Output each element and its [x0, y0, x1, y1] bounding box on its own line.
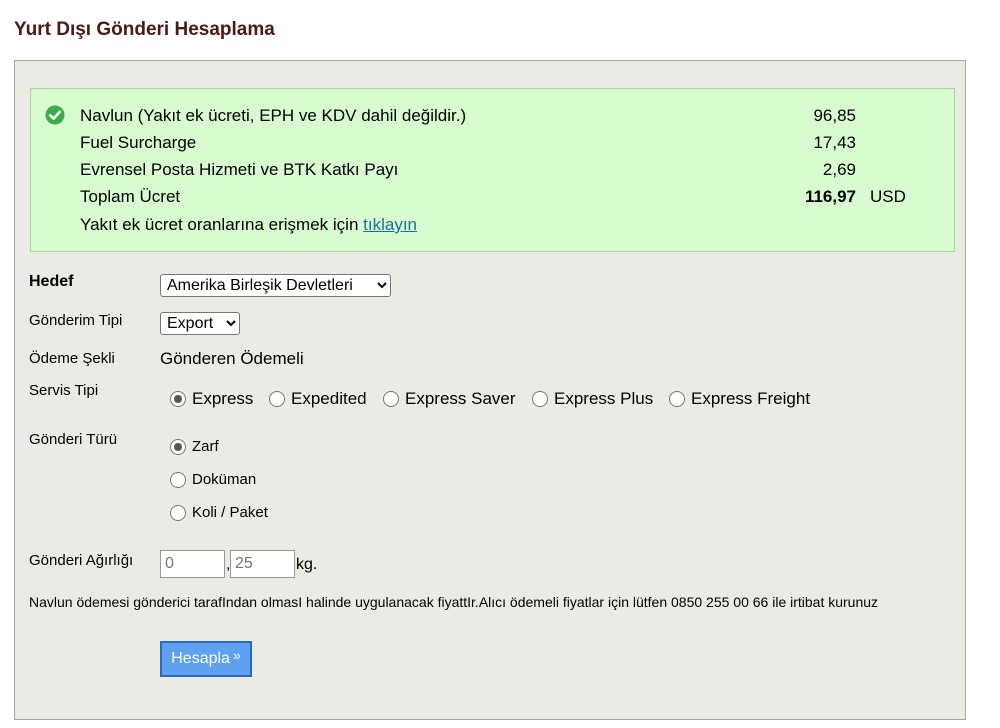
- result-row-navlun: Navlun (Yakıt ek ücreti, EPH ve KDV dahi…: [80, 105, 920, 127]
- result-row-total: Toplam Ücret 116,97 USD: [80, 186, 920, 208]
- result-row-eph-btk: Evrensel Posta Hizmeti ve BTK Katkı Payı…: [80, 159, 920, 181]
- radio-button[interactable]: [532, 391, 548, 407]
- destination-select[interactable]: Amerika Birleşik Devletleri: [160, 274, 391, 297]
- result-row-label: Navlun (Yakıt ek ücreti, EPH ve KDV dahi…: [80, 106, 467, 125]
- check-circle-icon: [45, 105, 65, 125]
- calculate-button[interactable]: Hesapla»: [160, 641, 252, 677]
- radio-button[interactable]: [269, 391, 285, 407]
- result-row-label: Fuel Surcharge: [80, 133, 197, 152]
- calculator-panel: Navlun (Yakıt ek ücreti, EPH ve KDV dahi…: [14, 60, 966, 720]
- result-row-value: 17,43: [813, 133, 856, 152]
- result-box: Navlun (Yakıt ek ücreti, EPH ve KDV dahi…: [30, 88, 955, 252]
- package-option-dokuman[interactable]: Doküman: [170, 471, 256, 488]
- radio-button[interactable]: [170, 391, 186, 407]
- page-title: Yurt Dışı Gönderi Hesaplama: [14, 19, 275, 40]
- result-row-value: 2,69: [822, 160, 856, 179]
- hedef-label: Hedef: [29, 273, 74, 290]
- payment-method-label: Ödeme Şekli: [29, 350, 115, 367]
- result-row-value: 96,85: [813, 106, 856, 125]
- package-option-zarf[interactable]: Zarf: [170, 438, 219, 455]
- pricing-note: Navlun ödemesi gönderici tarafIndan olma…: [29, 594, 879, 610]
- radio-button[interactable]: [669, 391, 685, 407]
- weight-whole-input[interactable]: [160, 550, 225, 578]
- double-chevron-icon: »: [232, 647, 241, 663]
- radio-button[interactable]: [170, 471, 186, 488]
- service-option-express-plus[interactable]: Express Plus: [532, 389, 653, 409]
- payment-method-value: Gönderen Ödemeli: [160, 349, 304, 368]
- radio-button[interactable]: [170, 504, 186, 521]
- shipment-type-label: Gönderim Tipi: [29, 312, 123, 329]
- radio-button[interactable]: [170, 438, 186, 455]
- total-value: 116,97: [804, 187, 856, 206]
- service-option-express-saver[interactable]: Express Saver: [383, 389, 516, 409]
- result-row-label: Toplam Ücret: [80, 187, 181, 206]
- fuel-rate-link-text: Yakıt ek ücret oranlarına erişmek için t…: [80, 215, 418, 234]
- service-option-expedited[interactable]: Expedited: [269, 389, 367, 409]
- fuel-rate-link[interactable]: tıklayın: [363, 215, 417, 234]
- currency-label: USD: [870, 187, 906, 206]
- fuel-rate-link-row: Yakıt ek ücret oranlarına erişmek için t…: [80, 214, 920, 236]
- package-type-label: Gönderi Türü: [29, 431, 118, 448]
- shipment-type-select[interactable]: Export: [160, 312, 240, 335]
- service-type-label: Servis Tipi: [29, 382, 99, 399]
- weight-unit: kg.: [296, 556, 318, 573]
- service-option-express-freight[interactable]: Express Freight: [669, 389, 810, 409]
- weight-label: Gönderi Ağırlığı: [29, 552, 134, 569]
- weight-decimal-input[interactable]: [230, 550, 295, 578]
- service-option-express[interactable]: Express: [170, 389, 253, 409]
- result-row-label: Evrensel Posta Hizmeti ve BTK Katkı Payı: [80, 160, 399, 179]
- result-row-fuel-surcharge: Fuel Surcharge 17,43: [80, 132, 920, 154]
- radio-button[interactable]: [383, 391, 399, 407]
- package-option-koli-paket[interactable]: Koli / Paket: [170, 504, 268, 521]
- calculate-button-label: Hesapla: [171, 650, 230, 667]
